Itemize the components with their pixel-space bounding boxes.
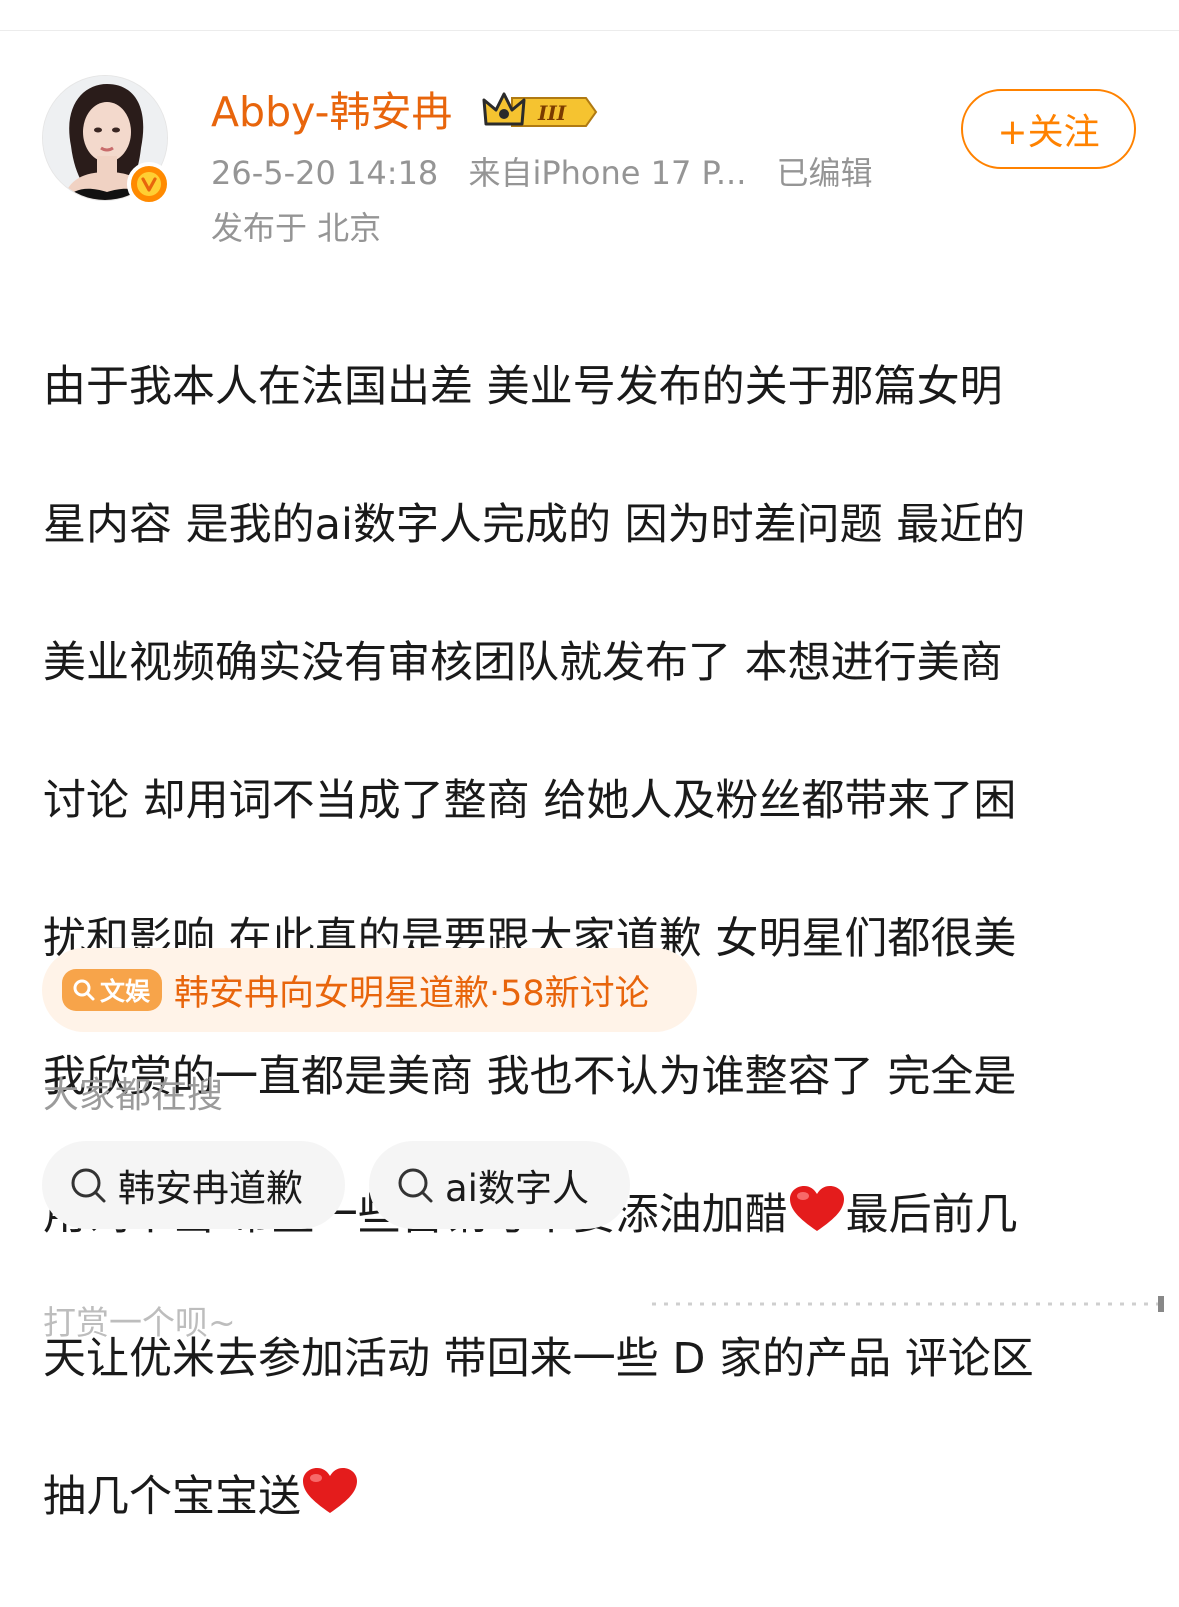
search-chip-label: 韩安冉道歉	[118, 1167, 303, 1210]
post-source: 来自iPhone 17 P...	[468, 154, 747, 192]
top-divider	[0, 30, 1179, 31]
reward-text: 打赏一个呗~	[43, 1303, 236, 1342]
red-heart-emoji	[301, 1467, 359, 1538]
search-icon	[73, 979, 95, 1001]
search-icon	[68, 1165, 108, 1205]
post-line: 讨论 却用词不当成了整商 给她人及粉丝都带来了困	[43, 776, 1017, 826]
topic-tag-label: 文娱	[100, 977, 151, 1006]
vip-badge[interactable]: III	[480, 90, 600, 134]
topic-text[interactable]: 韩安冉向女明星道歉·58新讨论	[174, 965, 650, 1016]
search-chip[interactable]: ai数字人	[369, 1141, 630, 1229]
topic-chip[interactable]: 文娱 韩安冉向女明星道歉·58新讨论	[42, 948, 697, 1032]
author-name[interactable]: Abby-韩安冉	[211, 86, 452, 138]
search-chip[interactable]: 韩安冉道歉	[42, 1141, 345, 1229]
post-line: 星内容 是我的ai数字人完成的 因为时差问题 最近的	[43, 500, 1026, 550]
post-line-with-emoji: 抽几个宝宝送	[43, 1463, 1143, 1538]
vip-level-text: III	[537, 101, 567, 125]
post-line-text: 抽几个宝宝送	[43, 1472, 301, 1522]
post-meta: 26-5-20 14:18 来自iPhone 17 P... 已编辑	[211, 150, 893, 196]
search-chip-label: ai数字人	[445, 1167, 589, 1210]
post-location: 发布于 北京	[211, 209, 382, 247]
post-timestamp: 26-5-20 14:18	[211, 154, 439, 192]
edited-label[interactable]: 已编辑	[777, 154, 873, 192]
search-icon	[395, 1165, 435, 1205]
post-line: 由于我本人在法国出差 美业号发布的关于那篇女明	[43, 362, 1003, 412]
topic-tag: 文娱	[62, 969, 163, 1011]
reward-dots-decoration	[652, 1296, 1167, 1312]
post-line-text: 最后前几	[845, 1190, 1018, 1240]
post-body: 由于我本人在法国出差 美业号发布的关于那篇女明 星内容 是我的ai数字人完成的 …	[43, 284, 1143, 1607]
post-line: 美业视频确实没有审核团队就发布了 本想进行美商	[43, 638, 1003, 688]
verified-v-icon	[127, 162, 171, 206]
follow-button[interactable]: +关注	[961, 89, 1136, 169]
search-heading: 大家都在搜	[43, 1075, 224, 1116]
red-heart-emoji	[788, 1185, 846, 1256]
